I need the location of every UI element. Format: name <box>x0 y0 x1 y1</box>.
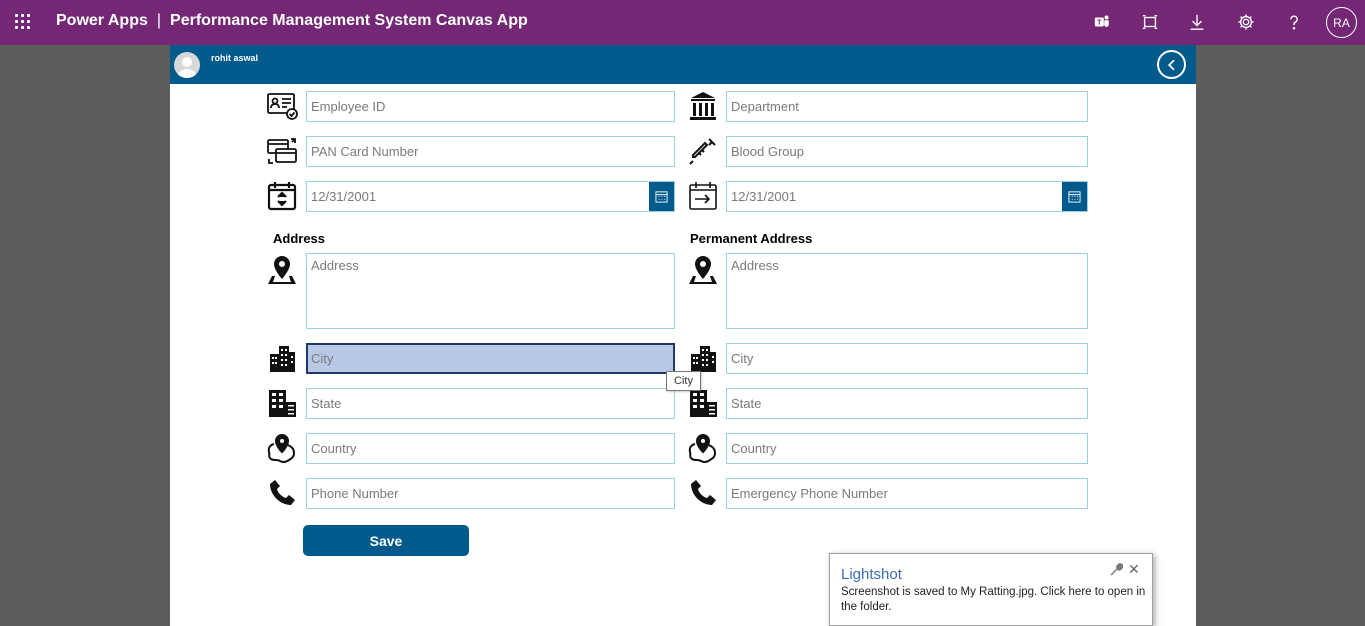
app-header: rohit aswal <box>170 45 1196 84</box>
map-pin-icon <box>265 254 299 286</box>
teams-icon[interactable]: T <box>1091 11 1113 33</box>
phone-number-input[interactable]: Phone Number <box>306 478 675 509</box>
map-pin-icon <box>686 254 720 286</box>
permanent-country-input[interactable]: Country <box>726 433 1088 464</box>
help-icon[interactable] <box>1283 11 1305 33</box>
id-card-icon <box>265 90 299 122</box>
date-of-joining-picker[interactable]: 12/31/2001 <box>726 181 1088 212</box>
brand-title: Power Apps | Performance Management System… <box>56 12 528 30</box>
syringe-icon <box>686 135 720 167</box>
chevron-left-icon <box>1167 59 1175 70</box>
download-icon[interactable] <box>1186 11 1208 33</box>
user-avatar-initials[interactable]: RA <box>1326 7 1357 38</box>
calendar-button[interactable] <box>1062 182 1087 211</box>
building-icon <box>686 90 720 122</box>
lightshot-notification[interactable]: Lightshot ✕ Screenshot is saved to My Ra… <box>829 553 1153 626</box>
country-map-icon <box>265 432 299 464</box>
pan-card-input[interactable]: PAN Card Number <box>306 136 675 167</box>
lightshot-title: Lightshot <box>841 566 902 583</box>
lightshot-message[interactable]: Screenshot is saved to My Ratting.jpg. C… <box>841 585 1146 615</box>
svg-text:T: T <box>1097 18 1102 27</box>
city-input[interactable]: City <box>306 343 675 374</box>
fit-screen-icon[interactable] <box>1139 11 1161 33</box>
dob-value: 12/31/2001 <box>311 189 377 204</box>
permanent-city-input[interactable]: City <box>726 343 1088 374</box>
state-building-icon <box>686 387 720 419</box>
city-buildings-icon <box>265 342 299 374</box>
calendar-button[interactable] <box>649 182 674 211</box>
address-label: Address <box>273 231 326 246</box>
settings-icon[interactable] <box>1235 11 1257 33</box>
emergency-phone-input[interactable]: Emergency Phone Number <box>726 478 1088 509</box>
save-button[interactable]: Save <box>303 525 469 556</box>
back-button[interactable] <box>1157 50 1186 79</box>
permanent-address-textarea[interactable]: Address <box>726 253 1088 329</box>
app-title: Performance Management System Canvas App <box>170 12 528 29</box>
power-apps-topbar: Power Apps | Performance Management System… <box>0 0 1365 45</box>
close-icon[interactable]: ✕ <box>1128 562 1140 576</box>
calendar-icon <box>265 180 299 212</box>
blood-group-input[interactable]: Blood Group <box>726 136 1088 167</box>
wrench-icon[interactable] <box>1109 563 1123 577</box>
department-input[interactable]: Department <box>726 91 1088 122</box>
permanent-state-input[interactable]: State <box>726 388 1088 419</box>
employee-id-input[interactable]: Employee ID <box>306 91 675 122</box>
username: rohit aswal <box>211 53 259 63</box>
permanent-address-label: Permanent Address <box>690 231 813 246</box>
app-launcher-icon[interactable] <box>14 13 32 31</box>
state-input[interactable]: State <box>306 388 675 419</box>
calendar-small-icon <box>655 191 668 203</box>
address-textarea[interactable]: Address <box>306 253 675 329</box>
phone-icon <box>265 477 299 509</box>
country-map-icon <box>686 432 720 464</box>
product-name: Power Apps <box>56 12 148 29</box>
app-canvas: rohit aswal Employee ID Department PAN C… <box>170 45 1196 626</box>
title-separator: | <box>156 12 162 29</box>
country-input[interactable]: Country <box>306 433 675 464</box>
card-exchange-icon <box>265 135 299 167</box>
state-building-icon <box>265 387 299 419</box>
calendar-arrow-icon <box>686 180 720 212</box>
doj-value: 12/31/2001 <box>731 189 797 204</box>
date-of-birth-picker[interactable]: 12/31/2001 <box>306 181 675 212</box>
phone-icon <box>686 477 720 509</box>
city-tooltip: City <box>666 371 701 391</box>
calendar-small-icon <box>1068 191 1081 203</box>
profile-photo <box>174 52 200 78</box>
city-buildings-icon <box>686 342 720 374</box>
